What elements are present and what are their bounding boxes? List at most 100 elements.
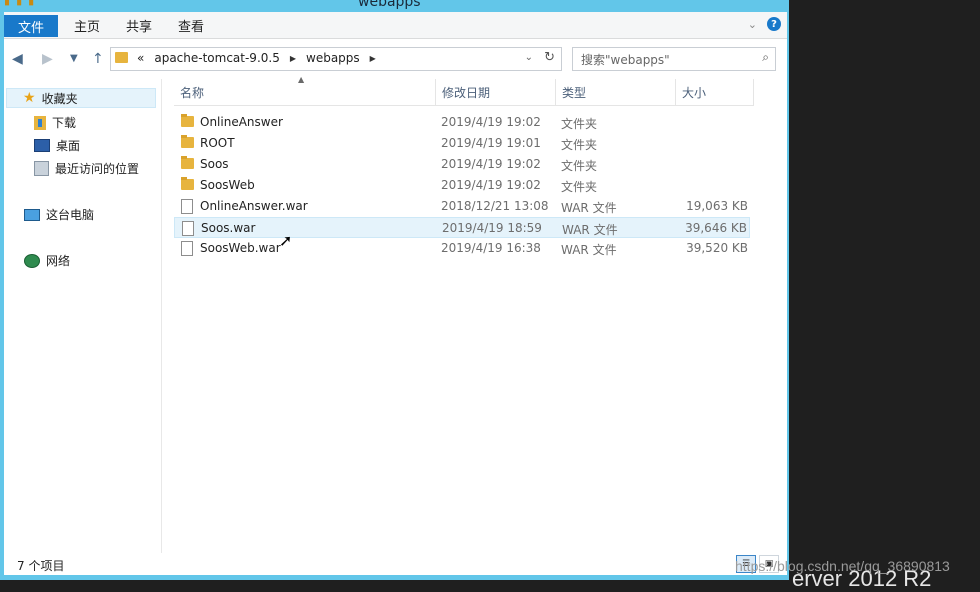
download-icon <box>34 115 46 130</box>
search-placeholder: 搜索"webapps" <box>581 53 670 67</box>
nav-item-favorites[interactable]: ★ 收藏夹 <box>6 88 156 108</box>
chevron-right-icon[interactable]: ▶ <box>290 54 296 63</box>
content-area: ★ 收藏夹 下载 桌面 最近访问的位置 这台电脑 网络 ▲ 名称 修改日期 类型… <box>4 75 787 553</box>
folder-icon <box>181 177 194 190</box>
file-name: SoosWeb.war <box>200 241 281 255</box>
file-row[interactable]: SoosWeb 2019/4/19 19:02 文件夹 <box>174 175 750 196</box>
file-type: 文件夹 <box>561 117 598 131</box>
nav-item-label: 网络 <box>46 254 71 268</box>
chevron-right-icon[interactable]: ▶ <box>370 54 376 63</box>
file-name: ROOT <box>200 136 235 150</box>
file-icon <box>181 199 193 214</box>
nav-item-downloads[interactable]: 下载 <box>34 114 76 131</box>
file-date: 2019/4/19 19:01 <box>441 136 541 150</box>
file-size: 39,520 KB <box>686 241 748 255</box>
nav-item-label: 这台电脑 <box>46 208 95 222</box>
address-bar[interactable]: « apache-tomcat-9.0.5 ▶ webapps ▶ ⌄ ↻ <box>110 47 562 71</box>
quick-access-toolbar: ▮ ▮ ▮ <box>4 0 34 7</box>
tab-home[interactable]: 主页 <box>74 16 100 35</box>
tab-file[interactable]: 文件 <box>4 15 58 37</box>
forward-icon[interactable]: ▶ <box>42 51 53 67</box>
chevron-down-icon[interactable]: ⌄ <box>525 52 533 63</box>
explorer-window: ▮ ▮ ▮ webapps 文件 主页 共享 查看 ⌄ ? ◀ ▶ ▼ ↑ « … <box>0 0 789 580</box>
breadcrumb-item[interactable]: apache-tomcat-9.0.5 <box>154 51 280 65</box>
nav-item-label: 下载 <box>52 116 77 130</box>
ribbon-tabs: 文件 主页 共享 查看 ⌄ ? <box>4 12 787 39</box>
star-icon: ★ <box>23 90 36 106</box>
file-date: 2018/12/21 13:08 <box>441 199 549 213</box>
file-row[interactable]: Soos 2019/4/19 19:02 文件夹 <box>174 154 750 175</box>
file-type: 文件夹 <box>561 138 598 152</box>
title-bar: ▮ ▮ ▮ webapps <box>0 0 789 12</box>
navigation-pane: ★ 收藏夹 下载 桌面 最近访问的位置 这台电脑 网络 <box>4 79 162 553</box>
folder-icon[interactable]: ▮ <box>4 0 10 7</box>
recent-locations-icon[interactable]: ▼ <box>70 53 78 64</box>
file-row[interactable]: SoosWeb.war 2019/4/19 16:38 WAR 文件 39,52… <box>174 238 750 259</box>
breadcrumb-overflow[interactable]: « <box>137 51 144 65</box>
nav-item-label: 最近访问的位置 <box>55 162 140 176</box>
tab-view[interactable]: 查看 <box>178 16 204 35</box>
column-header-type[interactable]: 类型 <box>556 79 676 105</box>
folder-icon <box>115 52 128 63</box>
up-icon[interactable]: ↑ <box>92 51 104 67</box>
recent-places-icon <box>34 161 49 176</box>
file-size: 39,646 KB <box>685 221 747 235</box>
file-type: WAR 文件 <box>561 201 617 215</box>
file-date: 2019/4/19 18:59 <box>442 221 542 235</box>
column-header-name[interactable]: 名称 <box>174 79 436 105</box>
refresh-icon[interactable]: ↻ <box>544 50 555 65</box>
file-icon <box>182 221 194 236</box>
file-date: 2019/4/19 19:02 <box>441 178 541 192</box>
file-name: OnlineAnswer.war <box>200 199 308 213</box>
network-icon <box>24 253 40 268</box>
file-date: 2019/4/19 16:38 <box>441 241 541 255</box>
expand-ribbon-icon[interactable]: ⌄ <box>748 18 757 31</box>
file-type: WAR 文件 <box>562 223 618 237</box>
new-folder-icon[interactable]: ▮ <box>28 0 34 7</box>
file-name: Soos.war <box>201 221 256 235</box>
column-header-date[interactable]: 修改日期 <box>436 79 556 105</box>
file-name: SoosWeb <box>200 178 255 192</box>
search-input[interactable]: 搜索"webapps" ⌕ <box>572 47 776 71</box>
back-icon[interactable]: ◀ <box>12 51 23 67</box>
column-header-size[interactable]: 大小 <box>676 79 754 105</box>
nav-item-desktop[interactable]: 桌面 <box>34 137 80 154</box>
file-name: OnlineAnswer <box>200 115 283 129</box>
tab-share[interactable]: 共享 <box>126 16 152 35</box>
properties-icon[interactable]: ▮ <box>16 0 22 7</box>
nav-item-network[interactable]: 网络 <box>24 252 70 269</box>
folder-icon <box>181 114 194 127</box>
nav-item-label: 桌面 <box>56 139 81 153</box>
file-name: Soos <box>200 157 229 171</box>
computer-icon <box>24 208 40 221</box>
status-bar: 7 个项目 ☰ ▣ <box>4 553 787 575</box>
file-list: ▲ 名称 修改日期 类型 大小 OnlineAnswer 2019/4/19 1… <box>162 75 787 553</box>
folder-icon <box>181 156 194 169</box>
nav-item-label: 收藏夹 <box>41 91 78 106</box>
file-size: 19,063 KB <box>686 199 748 213</box>
nav-item-recent[interactable]: 最近访问的位置 <box>34 160 139 177</box>
file-date: 2019/4/19 19:02 <box>441 157 541 171</box>
nav-item-this-pc[interactable]: 这台电脑 <box>24 206 94 223</box>
file-type: 文件夹 <box>561 180 598 194</box>
navigation-bar: ◀ ▶ ▼ ↑ « apache-tomcat-9.0.5 ▶ webapps … <box>4 39 787 79</box>
search-icon[interactable]: ⌕ <box>762 50 769 65</box>
breadcrumb-item[interactable]: webapps <box>306 51 360 65</box>
file-row[interactable]: ROOT 2019/4/19 19:01 文件夹 <box>174 133 750 154</box>
breadcrumb: « apache-tomcat-9.0.5 ▶ webapps ▶ <box>137 51 376 65</box>
help-icon[interactable]: ? <box>767 17 781 31</box>
file-type: WAR 文件 <box>561 243 617 257</box>
item-count: 7 个项目 <box>17 559 65 573</box>
file-date: 2019/4/19 19:02 <box>441 115 541 129</box>
desktop-icon <box>34 139 50 152</box>
file-row[interactable]: OnlineAnswer 2019/4/19 19:02 文件夹 <box>174 112 750 133</box>
mouse-cursor-icon: ➚ <box>279 231 293 250</box>
file-type: 文件夹 <box>561 159 598 173</box>
file-icon <box>181 241 193 256</box>
watermark: https://blog.csdn.net/qq_36890813 <box>735 558 950 574</box>
window-title: webapps <box>358 0 421 10</box>
column-headers: ▲ 名称 修改日期 类型 大小 <box>174 75 754 106</box>
file-row[interactable]: OnlineAnswer.war 2018/12/21 13:08 WAR 文件… <box>174 196 750 217</box>
folder-icon <box>181 135 194 148</box>
file-row[interactable]: Soos.war 2019/4/19 18:59 WAR 文件 39,646 K… <box>174 217 750 238</box>
